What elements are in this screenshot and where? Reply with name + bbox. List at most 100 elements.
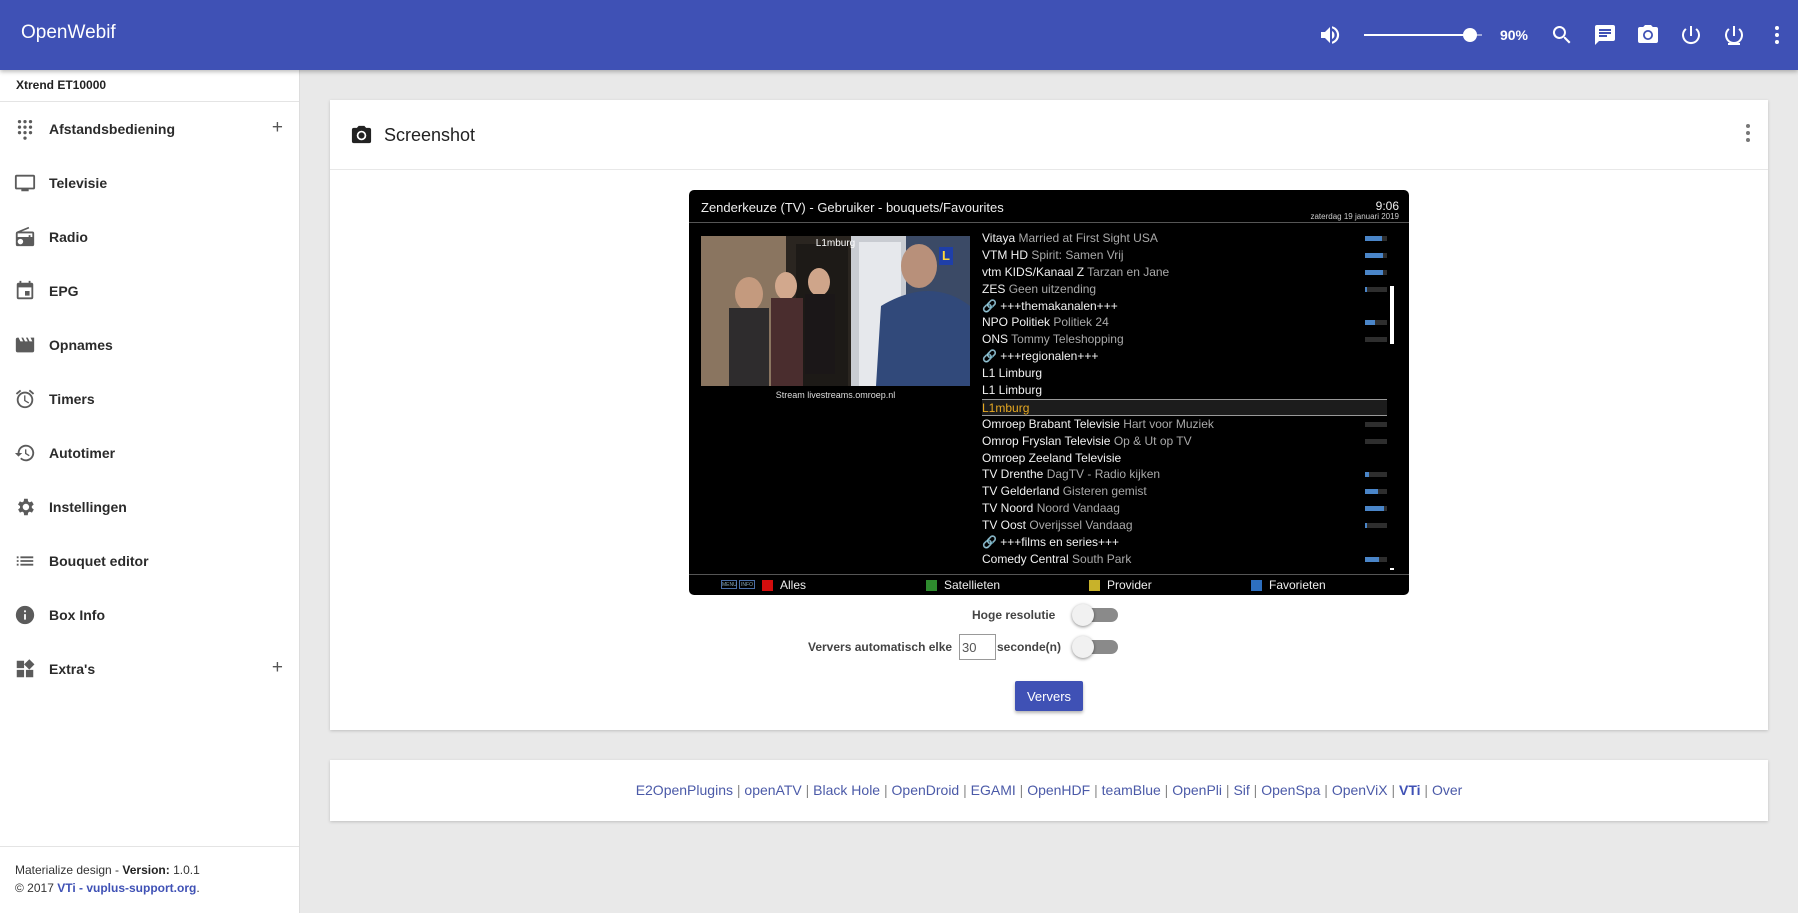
sidebar-item-label: Opnames bbox=[49, 337, 113, 353]
footer-link[interactable]: Sif bbox=[1233, 782, 1249, 798]
channel-name: 🔗 +++themakanalen+++ bbox=[982, 298, 1118, 313]
red-key: Alles bbox=[762, 578, 806, 592]
yellow-key-swatch bbox=[1089, 579, 1100, 591]
sidebar-item-box-info[interactable]: Box Info bbox=[0, 588, 299, 642]
hires-toggle[interactable] bbox=[1072, 604, 1118, 626]
auto-refresh-toggle-knob bbox=[1072, 636, 1094, 658]
camera-icon bbox=[350, 124, 373, 147]
channel-row: ONS Tommy Teleshopping bbox=[982, 331, 1387, 348]
event-progress-fill bbox=[1365, 269, 1383, 275]
menu-info-keys: MENU INFO bbox=[721, 580, 755, 589]
version-value: 1.0.1 bbox=[169, 863, 200, 877]
expand-plus-icon[interactable]: + bbox=[272, 658, 283, 677]
hires-label: Hoge resolutie bbox=[972, 608, 1056, 622]
blue-key-swatch bbox=[1251, 579, 1262, 591]
sidebar: Xtrend ET10000 Afstandsbediening + Telev… bbox=[0, 70, 300, 913]
tv-header: Zenderkeuze (TV) - Gebruiker - bouquets/… bbox=[689, 190, 1409, 223]
footer-link[interactable]: OpenViX bbox=[1332, 782, 1388, 798]
more-vert-icon[interactable] bbox=[1755, 0, 1798, 70]
sidebar-item-bouquet-editor[interactable]: Bouquet editor bbox=[0, 534, 299, 588]
sidebar-item-recordings[interactable]: Opnames bbox=[0, 318, 299, 372]
channel-row: L1 Limburg bbox=[982, 382, 1387, 399]
volume-slider[interactable] bbox=[1363, 25, 1482, 45]
channel-event: Married at First Sight USA bbox=[1018, 231, 1158, 245]
event-progress-bar bbox=[1365, 523, 1387, 529]
event-progress-fill bbox=[1365, 523, 1368, 529]
card-header: Screenshot bbox=[330, 100, 1768, 170]
sidebar-item-label: EPG bbox=[49, 283, 79, 299]
copyright-line: © 2017 VTi - vuplus-support.org. bbox=[15, 879, 299, 897]
volume-icon[interactable] bbox=[1309, 0, 1352, 70]
channel-row: vtm KIDS/Kanaal Z Tarzan en Jane bbox=[982, 264, 1387, 281]
footer-link[interactable]: Black Hole bbox=[813, 782, 880, 798]
sidebar-item-label: Instellingen bbox=[49, 499, 127, 515]
event-progress-bar bbox=[1365, 472, 1387, 478]
channel-name: L1mburg bbox=[982, 400, 1030, 415]
footer-link[interactable]: E2OpenPlugins bbox=[636, 782, 733, 798]
channel-name: TV Gelderland bbox=[982, 484, 1060, 499]
link-separator: | bbox=[1160, 782, 1173, 798]
channel-event: Spirit: Samen Vrij bbox=[1031, 247, 1124, 262]
event-progress-bar bbox=[1365, 438, 1387, 444]
green-key-label: Satellieten bbox=[944, 578, 1001, 592]
link-separator: | bbox=[1320, 782, 1332, 798]
pip-channel-label: L1mburg bbox=[815, 238, 856, 249]
sidebar-item-label: Box Info bbox=[49, 607, 105, 623]
pip-video bbox=[701, 236, 970, 386]
copyright-text: © 2017 bbox=[15, 881, 58, 895]
camera-icon[interactable] bbox=[1626, 0, 1669, 70]
movie-icon bbox=[14, 334, 36, 356]
search-icon[interactable] bbox=[1540, 0, 1583, 70]
screenshot-card: Screenshot Zenderkeuze (TV) - Gebruiker … bbox=[330, 100, 1768, 730]
event-progress-bar bbox=[1365, 337, 1387, 343]
channel-name: Omroep Zeeland Televisie bbox=[982, 450, 1122, 465]
standby-icon[interactable] bbox=[1712, 0, 1755, 70]
channel-row: Omrop Fryslan Televisie Op & Ut op TV bbox=[982, 433, 1387, 450]
channel-event: Tarzan en Jane bbox=[1087, 264, 1170, 279]
card-title: Screenshot bbox=[384, 125, 476, 145]
header-actions: 90% bbox=[1309, 0, 1798, 70]
tv-color-keys: MENU INFO Alles Satellieten Provider Fav… bbox=[689, 574, 1409, 595]
refresh-interval-input[interactable] bbox=[959, 634, 996, 660]
link-separator: | bbox=[1249, 782, 1262, 798]
footer-link[interactable]: teamBlue bbox=[1102, 782, 1161, 798]
event-progress-bar bbox=[1365, 421, 1387, 427]
refresh-button[interactable]: Ververs bbox=[1015, 681, 1083, 711]
footer-link[interactable]: OpenDroid bbox=[892, 782, 960, 798]
channel-row: Comedy Central South Park bbox=[982, 551, 1387, 568]
sidebar-item-tv[interactable]: Televisie bbox=[0, 156, 299, 210]
tv-scrollbar bbox=[1390, 286, 1394, 344]
blue-key-label: Favorieten bbox=[1269, 578, 1326, 592]
sidebar-item-epg[interactable]: EPG bbox=[0, 264, 299, 318]
sidebar-item-settings[interactable]: Instellingen bbox=[0, 480, 299, 534]
dashboard-icon bbox=[14, 658, 36, 680]
volume-thumb[interactable] bbox=[1463, 28, 1478, 42]
auto-refresh-toggle[interactable] bbox=[1072, 636, 1118, 658]
channel-row: 🔗 +++regionalen+++ bbox=[982, 348, 1387, 365]
channel-name: 🔗 +++regionalen+++ bbox=[982, 349, 1099, 364]
sidebar-item-remote[interactable]: Afstandsbediening + bbox=[0, 102, 299, 156]
footer-link[interactable]: OpenSpa bbox=[1261, 782, 1320, 798]
vti-support-link[interactable]: VTi - vuplus-support.org bbox=[57, 881, 196, 895]
app-title[interactable]: OpenWebif bbox=[21, 22, 116, 44]
footer-link[interactable]: OpenPli bbox=[1172, 782, 1222, 798]
sidebar-item-autotimer[interactable]: Autotimer bbox=[0, 426, 299, 480]
sidebar-item-extras[interactable]: Extra's + bbox=[0, 642, 299, 696]
power-icon[interactable] bbox=[1669, 0, 1712, 70]
sidebar-item-timers[interactable]: Timers bbox=[0, 372, 299, 426]
message-icon[interactable] bbox=[1583, 0, 1626, 70]
event-progress-fill bbox=[1365, 506, 1384, 512]
expand-plus-icon[interactable]: + bbox=[272, 118, 283, 137]
more-vert-icon[interactable] bbox=[1742, 122, 1754, 144]
channel-row: Vitaya Married at First Sight USA bbox=[982, 230, 1387, 247]
footer-link[interactable]: VTi bbox=[1399, 782, 1421, 798]
footer-link[interactable]: Over bbox=[1432, 782, 1462, 798]
sidebar-item-radio[interactable]: Radio bbox=[0, 210, 299, 264]
tv-screenshot[interactable]: Zenderkeuze (TV) - Gebruiker - bouquets/… bbox=[689, 190, 1409, 595]
footer-link[interactable]: openATV bbox=[744, 782, 801, 798]
channel-list: Vitaya Married at First Sight USA VTM HD … bbox=[982, 230, 1387, 568]
footer-link[interactable]: EGAMI bbox=[971, 782, 1016, 798]
calendar-icon bbox=[14, 280, 36, 302]
link-separator: | bbox=[1387, 782, 1400, 798]
footer-link[interactable]: OpenHDF bbox=[1027, 782, 1090, 798]
